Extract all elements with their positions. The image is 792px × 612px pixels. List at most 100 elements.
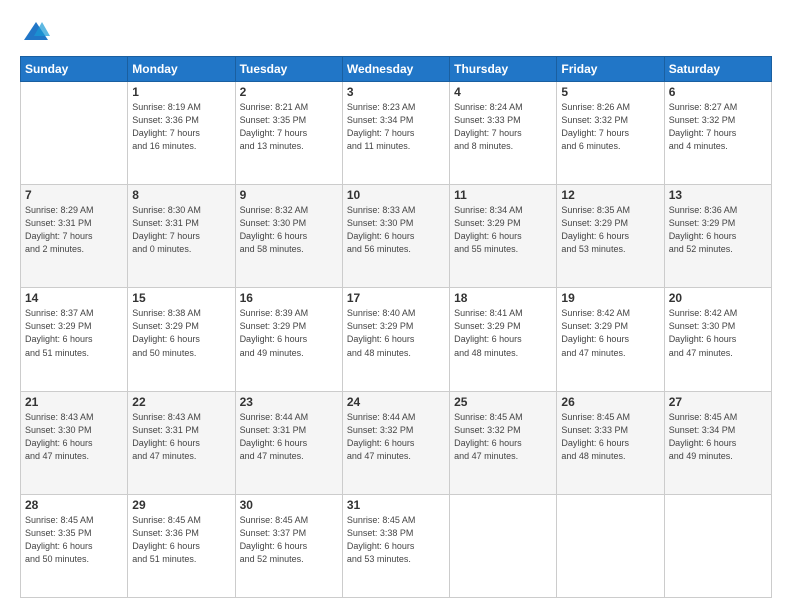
calendar-cell: 24 Sunrise: 8:44 AM Sunset: 3:32 PM Dayli… <box>342 391 449 494</box>
day-number: 1 <box>132 85 230 99</box>
day-number: 4 <box>454 85 552 99</box>
day-number: 20 <box>669 291 767 305</box>
day-number: 15 <box>132 291 230 305</box>
calendar-cell <box>21 82 128 185</box>
day-number: 13 <box>669 188 767 202</box>
calendar-cell: 10 Sunrise: 8:33 AM Sunset: 3:30 PM Dayli… <box>342 185 449 288</box>
day-info: Sunrise: 8:29 AM Sunset: 3:31 PM Dayligh… <box>25 204 123 256</box>
calendar-cell: 18 Sunrise: 8:41 AM Sunset: 3:29 PM Dayli… <box>450 288 557 391</box>
calendar-week-row: 21 Sunrise: 8:43 AM Sunset: 3:30 PM Dayli… <box>21 391 772 494</box>
calendar-cell: 23 Sunrise: 8:44 AM Sunset: 3:31 PM Dayli… <box>235 391 342 494</box>
weekday-header-friday: Friday <box>557 57 664 82</box>
calendar-cell: 14 Sunrise: 8:37 AM Sunset: 3:29 PM Dayli… <box>21 288 128 391</box>
calendar-cell: 13 Sunrise: 8:36 AM Sunset: 3:29 PM Dayli… <box>664 185 771 288</box>
calendar-cell: 4 Sunrise: 8:24 AM Sunset: 3:33 PM Daylig… <box>450 82 557 185</box>
weekday-header-saturday: Saturday <box>664 57 771 82</box>
day-info: Sunrise: 8:30 AM Sunset: 3:31 PM Dayligh… <box>132 204 230 256</box>
day-info: Sunrise: 8:19 AM Sunset: 3:36 PM Dayligh… <box>132 101 230 153</box>
calendar-cell: 22 Sunrise: 8:43 AM Sunset: 3:31 PM Dayli… <box>128 391 235 494</box>
day-number: 5 <box>561 85 659 99</box>
calendar-cell: 30 Sunrise: 8:45 AM Sunset: 3:37 PM Dayli… <box>235 494 342 597</box>
day-number: 24 <box>347 395 445 409</box>
day-info: Sunrise: 8:38 AM Sunset: 3:29 PM Dayligh… <box>132 307 230 359</box>
day-number: 12 <box>561 188 659 202</box>
day-number: 21 <box>25 395 123 409</box>
calendar-week-row: 7Sunrise: 8:29 AM Sunset: 3:31 PM Daylig… <box>21 185 772 288</box>
page: SundayMondayTuesdayWednesdayThursdayFrid… <box>0 0 792 612</box>
calendar-cell: 28 Sunrise: 8:45 AM Sunset: 3:35 PM Dayli… <box>21 494 128 597</box>
day-info: Sunrise: 8:45 AM Sunset: 3:38 PM Dayligh… <box>347 514 445 566</box>
calendar-week-row: 1 Sunrise: 8:19 AM Sunset: 3:36 PM Daylig… <box>21 82 772 185</box>
day-info: Sunrise: 8:33 AM Sunset: 3:30 PM Dayligh… <box>347 204 445 256</box>
day-info: Sunrise: 8:21 AM Sunset: 3:35 PM Dayligh… <box>240 101 338 153</box>
day-info: Sunrise: 8:27 AM Sunset: 3:32 PM Dayligh… <box>669 101 767 153</box>
calendar-cell: 2 Sunrise: 8:21 AM Sunset: 3:35 PM Daylig… <box>235 82 342 185</box>
day-number: 19 <box>561 291 659 305</box>
day-number: 26 <box>561 395 659 409</box>
day-number: 23 <box>240 395 338 409</box>
calendar-week-row: 28 Sunrise: 8:45 AM Sunset: 3:35 PM Dayli… <box>21 494 772 597</box>
calendar-cell: 29Sunrise: 8:45 AM Sunset: 3:36 PM Dayli… <box>128 494 235 597</box>
day-number: 16 <box>240 291 338 305</box>
calendar-cell: 20 Sunrise: 8:42 AM Sunset: 3:30 PM Dayli… <box>664 288 771 391</box>
day-number: 11 <box>454 188 552 202</box>
day-info: Sunrise: 8:43 AM Sunset: 3:31 PM Dayligh… <box>132 411 230 463</box>
calendar-cell: 27 Sunrise: 8:45 AM Sunset: 3:34 PM Dayli… <box>664 391 771 494</box>
calendar-cell: 25 Sunrise: 8:45 AM Sunset: 3:32 PM Dayli… <box>450 391 557 494</box>
day-number: 30 <box>240 498 338 512</box>
day-info: Sunrise: 8:45 AM Sunset: 3:35 PM Dayligh… <box>25 514 123 566</box>
calendar-cell: 11 Sunrise: 8:34 AM Sunset: 3:29 PM Dayli… <box>450 185 557 288</box>
day-info: Sunrise: 8:45 AM Sunset: 3:37 PM Dayligh… <box>240 514 338 566</box>
calendar-cell: 26Sunrise: 8:45 AM Sunset: 3:33 PM Dayli… <box>557 391 664 494</box>
day-info: Sunrise: 8:34 AM Sunset: 3:29 PM Dayligh… <box>454 204 552 256</box>
weekday-header-sunday: Sunday <box>21 57 128 82</box>
day-info: Sunrise: 8:44 AM Sunset: 3:31 PM Dayligh… <box>240 411 338 463</box>
day-number: 2 <box>240 85 338 99</box>
day-info: Sunrise: 8:32 AM Sunset: 3:30 PM Dayligh… <box>240 204 338 256</box>
day-info: Sunrise: 8:39 AM Sunset: 3:29 PM Dayligh… <box>240 307 338 359</box>
logo-icon <box>22 18 50 46</box>
day-info: Sunrise: 8:37 AM Sunset: 3:29 PM Dayligh… <box>25 307 123 359</box>
day-info: Sunrise: 8:24 AM Sunset: 3:33 PM Dayligh… <box>454 101 552 153</box>
weekday-header-tuesday: Tuesday <box>235 57 342 82</box>
calendar-cell: 3 Sunrise: 8:23 AM Sunset: 3:34 PM Daylig… <box>342 82 449 185</box>
day-info: Sunrise: 8:26 AM Sunset: 3:32 PM Dayligh… <box>561 101 659 153</box>
day-number: 28 <box>25 498 123 512</box>
calendar-cell: 7Sunrise: 8:29 AM Sunset: 3:31 PM Daylig… <box>21 185 128 288</box>
day-info: Sunrise: 8:36 AM Sunset: 3:29 PM Dayligh… <box>669 204 767 256</box>
calendar-cell: 5 Sunrise: 8:26 AM Sunset: 3:32 PM Daylig… <box>557 82 664 185</box>
day-number: 17 <box>347 291 445 305</box>
weekday-header-thursday: Thursday <box>450 57 557 82</box>
day-number: 27 <box>669 395 767 409</box>
calendar-cell: 21 Sunrise: 8:43 AM Sunset: 3:30 PM Dayli… <box>21 391 128 494</box>
day-number: 31 <box>347 498 445 512</box>
day-info: Sunrise: 8:45 AM Sunset: 3:32 PM Dayligh… <box>454 411 552 463</box>
day-info: Sunrise: 8:45 AM Sunset: 3:34 PM Dayligh… <box>669 411 767 463</box>
calendar-cell: 6 Sunrise: 8:27 AM Sunset: 3:32 PM Daylig… <box>664 82 771 185</box>
day-number: 6 <box>669 85 767 99</box>
day-number: 18 <box>454 291 552 305</box>
day-info: Sunrise: 8:42 AM Sunset: 3:29 PM Dayligh… <box>561 307 659 359</box>
day-info: Sunrise: 8:23 AM Sunset: 3:34 PM Dayligh… <box>347 101 445 153</box>
day-number: 25 <box>454 395 552 409</box>
logo <box>20 18 50 46</box>
day-info: Sunrise: 8:42 AM Sunset: 3:30 PM Dayligh… <box>669 307 767 359</box>
day-number: 10 <box>347 188 445 202</box>
day-number: 29 <box>132 498 230 512</box>
day-number: 8 <box>132 188 230 202</box>
day-number: 3 <box>347 85 445 99</box>
day-info: Sunrise: 8:43 AM Sunset: 3:30 PM Dayligh… <box>25 411 123 463</box>
weekday-header-wednesday: Wednesday <box>342 57 449 82</box>
day-number: 14 <box>25 291 123 305</box>
day-info: Sunrise: 8:41 AM Sunset: 3:29 PM Dayligh… <box>454 307 552 359</box>
day-number: 22 <box>132 395 230 409</box>
calendar-cell <box>450 494 557 597</box>
calendar-cell: 9 Sunrise: 8:32 AM Sunset: 3:30 PM Daylig… <box>235 185 342 288</box>
calendar-cell: 15 Sunrise: 8:38 AM Sunset: 3:29 PM Dayli… <box>128 288 235 391</box>
day-info: Sunrise: 8:35 AM Sunset: 3:29 PM Dayligh… <box>561 204 659 256</box>
calendar-cell <box>664 494 771 597</box>
calendar-table: SundayMondayTuesdayWednesdayThursdayFrid… <box>20 56 772 598</box>
day-number: 9 <box>240 188 338 202</box>
calendar-cell: 16 Sunrise: 8:39 AM Sunset: 3:29 PM Dayli… <box>235 288 342 391</box>
day-info: Sunrise: 8:44 AM Sunset: 3:32 PM Dayligh… <box>347 411 445 463</box>
